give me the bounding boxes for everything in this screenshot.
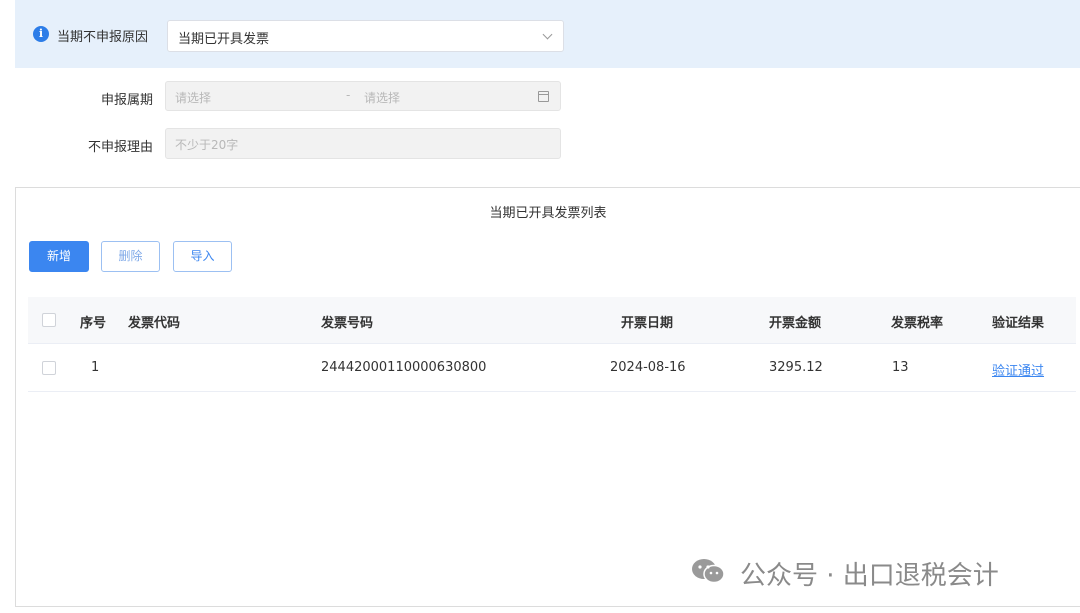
- add-button[interactable]: 新增: [29, 241, 89, 272]
- table-header: 序号 发票代码 发票号码 开票日期 开票金额 发票税率 验证结果: [28, 297, 1076, 344]
- table-row[interactable]: 1 24442000110000630800 2024-08-16 3295.1…: [28, 345, 1076, 392]
- period-separator: -: [346, 88, 351, 102]
- verify-result-link[interactable]: 验证通过: [992, 360, 1044, 379]
- wechat-icon: [692, 559, 725, 584]
- reason-select[interactable]: 当期已开具发票: [167, 20, 564, 52]
- col-invoice-code: 发票代码: [128, 316, 181, 331]
- cell-amount: 3295.12: [769, 360, 823, 375]
- reason-banner: i 当期不申报原因 当期已开具发票: [15, 0, 1080, 68]
- period-label: 申报属期: [100, 93, 153, 108]
- period-range-picker[interactable]: 请选择 - 请选择: [165, 81, 561, 111]
- col-index: 序号: [80, 316, 107, 331]
- period-end-input[interactable]: 请选择: [364, 89, 400, 106]
- no-report-reason-label: 不申报理由: [87, 140, 153, 155]
- chevron-down-icon: [542, 29, 553, 40]
- watermark-text: 公众号 · 出口退税会计: [740, 561, 999, 591]
- col-invoice-number: 发票号码: [321, 316, 374, 331]
- cell-issue-date: 2024-08-16: [610, 360, 686, 375]
- import-button[interactable]: 导入: [173, 241, 232, 272]
- cell-index: 1: [91, 360, 100, 375]
- calendar-icon: [538, 91, 549, 102]
- panel-title: 当期已开具发票列表: [489, 206, 607, 221]
- cell-invoice-number: 24442000110000630800: [321, 360, 487, 375]
- no-report-reason-input[interactable]: 不少于20字: [165, 128, 561, 159]
- reason-select-value: 当期已开具发票: [178, 32, 270, 47]
- col-issue-date: 开票日期: [621, 316, 674, 331]
- select-all-checkbox[interactable]: [42, 313, 56, 327]
- row-checkbox[interactable]: [42, 361, 56, 375]
- delete-button[interactable]: 删除: [101, 241, 160, 272]
- col-tax-rate: 发票税率: [891, 316, 944, 331]
- page: i 当期不申报原因 当期已开具发票 申报属期 请选择 - 请选择 不申报理由 不…: [0, 0, 1080, 613]
- reason-label: 当期不申报原因: [57, 30, 149, 45]
- period-start-input[interactable]: 请选择: [175, 89, 211, 106]
- cell-tax-rate: 13: [892, 360, 909, 375]
- col-verify-result: 验证结果: [992, 316, 1045, 331]
- no-report-reason-placeholder: 不少于20字: [175, 138, 239, 152]
- col-amount: 开票金额: [769, 316, 822, 331]
- invoice-list-panel: 当期已开具发票列表 新增 删除 导入 序号 发票代码 发票号码 开票日期 开票金…: [15, 187, 1080, 607]
- info-icon: i: [33, 26, 49, 42]
